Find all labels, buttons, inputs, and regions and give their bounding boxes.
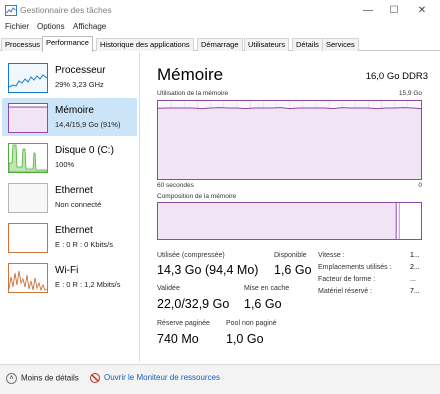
resource-item-ethernet[interactable]: Ethernet E : 0 R : 0 Kbits/s <box>2 218 137 256</box>
fewer-details-button[interactable]: ˄ Moins de détails <box>6 373 79 384</box>
maximize-button[interactable]: ☐ <box>384 3 404 19</box>
resource-monitor-icon <box>90 373 100 383</box>
wifi-thumbnail-graph <box>8 263 48 293</box>
memory-panel: Mémoire 16,0 Go DDR3 Utilisation de la m… <box>150 52 440 362</box>
tab-services[interactable]: Services <box>322 38 359 51</box>
memory-spec: 16,0 Go DDR3 <box>365 71 428 82</box>
fewer-details-label: Moins de détails <box>21 373 79 383</box>
menu-file[interactable]: Fichier <box>5 22 29 31</box>
open-resource-monitor-label: Ouvrir le Moniteur de ressources <box>104 373 221 383</box>
menu-view[interactable]: Affichage <box>73 22 106 31</box>
tab-app-history[interactable]: Historique des applications <box>96 38 194 51</box>
ethernet-thumbnail-graph <box>8 183 48 213</box>
task-manager-icon <box>5 5 17 16</box>
nonpaged-pool-value: 1,0 Go <box>226 332 264 346</box>
paged-pool-label: Réserve paginée <box>157 320 210 327</box>
usage-graph-label: Utilisation de la mémoire <box>157 90 229 97</box>
paged-pool-value: 740 Mo <box>157 332 199 346</box>
menu-options[interactable]: Options <box>37 22 65 31</box>
resource-item-wifi[interactable]: Wi-Fi E : 0 R : 1,2 Mbits/s <box>2 258 137 296</box>
slots-used-value: 2... <box>410 264 420 271</box>
resource-name: Processeur <box>55 65 106 76</box>
cpu-thumbnail-graph <box>8 63 48 93</box>
memory-composition-bar <box>157 202 422 240</box>
tab-processes[interactable]: Processus <box>1 38 45 51</box>
resource-item-ethernet-disconnected[interactable]: Ethernet Non connecté <box>2 178 137 216</box>
hardware-reserved-value: 7... <box>410 288 420 295</box>
composition-in-use <box>158 203 397 239</box>
resource-list: Processeur 29% 3,23 GHz Mémoire 14,4/15,… <box>0 52 140 362</box>
resource-name: Ethernet <box>55 185 93 196</box>
tab-performance[interactable]: Performance <box>42 36 93 52</box>
resource-item-disk[interactable]: Disque 0 (C:) 100% <box>2 138 137 176</box>
minimize-button[interactable]: — <box>358 3 378 19</box>
in-use-label: Utilisée (compressée) <box>157 252 225 259</box>
resource-name: Wi-Fi <box>55 265 79 276</box>
slots-used-label: Emplacements utilisés : <box>318 264 392 271</box>
resource-summary: Non connecté <box>55 200 102 209</box>
close-button[interactable]: ✕ <box>412 3 432 19</box>
speed-value: 1... <box>410 252 420 259</box>
available-label: Disponible <box>274 252 307 259</box>
form-factor-value: ... <box>410 276 416 283</box>
resource-summary: 29% 3,23 GHz <box>55 80 104 89</box>
tab-details[interactable]: Détails <box>292 38 323 51</box>
committed-value: 22,0/32,9 Go <box>157 297 230 311</box>
title-bar: Gestionnaire des tâches — ☐ ✕ <box>0 0 440 22</box>
memory-usage-area <box>158 107 421 179</box>
tab-startup[interactable]: Démarrage <box>197 38 243 51</box>
resource-item-memory[interactable]: Mémoire 14,4/15,9 Go (91%) <box>2 98 137 136</box>
ethernet-thumbnail-graph <box>8 223 48 253</box>
footer-bar: ˄ Moins de détails Ouvrir le Moniteur de … <box>0 364 440 394</box>
open-resource-monitor-link[interactable]: Ouvrir le Moniteur de ressources <box>90 373 220 383</box>
time-axis-label: 60 secondes <box>157 182 194 189</box>
resource-name: Disque 0 (C:) <box>55 145 114 156</box>
tab-strip: Processus Performance Historique des app… <box>0 36 440 52</box>
available-value: 1,6 Go <box>274 263 312 277</box>
resource-summary: 100% <box>55 160 75 169</box>
speed-label: Vitesse : <box>318 252 345 259</box>
disk-thumbnail-graph <box>8 143 48 173</box>
committed-label: Validée <box>157 285 180 292</box>
page-title: Mémoire <box>157 65 224 84</box>
hardware-reserved-label: Matériel réservé : <box>318 288 373 295</box>
resource-summary: E : 0 R : 0 Kbits/s <box>55 240 113 249</box>
menu-bar: Fichier Options Affichage <box>0 22 440 36</box>
time-axis-min: 0 <box>418 182 422 189</box>
cached-value: 1,6 Go <box>244 297 282 311</box>
tab-users[interactable]: Utilisateurs <box>244 38 290 51</box>
composition-label: Composition de la mémoire <box>157 193 237 200</box>
cached-label: Mise en cache <box>244 285 290 292</box>
resource-item-cpu[interactable]: Processeur 29% 3,23 GHz <box>2 58 137 96</box>
chevron-up-icon: ˄ <box>6 373 17 384</box>
usage-graph-max: 15,9 Go <box>398 90 422 97</box>
resource-summary: E : 0 R : 1,2 Mbits/s <box>55 280 121 289</box>
resource-name: Ethernet <box>55 225 93 236</box>
nonpaged-pool-label: Pool non paginé <box>226 320 277 327</box>
resource-name: Mémoire <box>55 105 94 116</box>
form-factor-label: Facteur de forme : <box>318 276 376 283</box>
memory-thumbnail-graph <box>8 103 48 133</box>
resource-summary: 14,4/15,9 Go (91%) <box>55 120 121 129</box>
in-use-value: 14,3 Go (94,4 Mo) <box>157 263 259 277</box>
window-title: Gestionnaire des tâches <box>20 5 112 15</box>
memory-usage-graph <box>157 100 422 180</box>
